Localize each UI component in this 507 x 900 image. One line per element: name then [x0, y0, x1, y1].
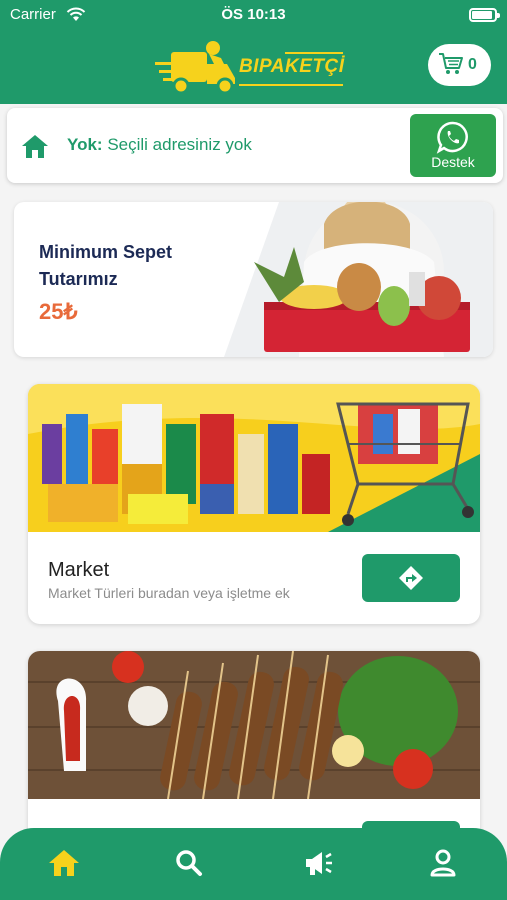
nav-home[interactable]	[48, 848, 80, 880]
profile-icon	[430, 849, 456, 877]
promo-image	[224, 202, 493, 357]
nav-campaigns[interactable]	[302, 848, 334, 880]
food-image	[28, 651, 480, 799]
min-basket-banner: Minimum Sepet Tutarımız 25₺	[14, 202, 493, 357]
whatsapp-icon	[436, 121, 468, 154]
status-bar: Carrier ÖS 10:13	[0, 0, 507, 30]
category-card-market[interactable]: Market Market Türleri buradan veya işlet…	[28, 384, 480, 624]
nav-search[interactable]	[174, 848, 206, 880]
logo-text: BIPAKETÇİ	[239, 56, 345, 77]
market-image	[28, 384, 480, 532]
support-button[interactable]: Destek	[410, 114, 496, 177]
cart-icon	[439, 53, 463, 74]
home-icon	[22, 135, 48, 158]
nav-profile[interactable]	[428, 848, 460, 880]
support-label: Destek	[431, 154, 475, 170]
home-icon	[49, 850, 79, 876]
bottom-navigation	[0, 828, 507, 900]
clock: ÖS 10:13	[221, 6, 286, 23]
address-value: Seçili adresiniz yok	[107, 135, 252, 154]
address-bar[interactable]: Yok: Seçili adresiniz yok Destek	[7, 108, 503, 183]
megaphone-icon	[306, 852, 332, 875]
address-label: Yok:	[67, 135, 103, 154]
directions-icon	[399, 566, 423, 590]
category-description: Market Türleri buradan veya işletme ek	[48, 585, 290, 601]
app-logo: BIPAKETÇİ	[155, 34, 355, 98]
cart-button[interactable]: 0	[428, 44, 491, 86]
address-text: Yok: Seçili adresiniz yok	[67, 135, 252, 155]
battery-icon	[469, 8, 500, 22]
cart-count: 0	[468, 56, 477, 73]
search-icon	[176, 850, 202, 876]
app-header: BIPAKETÇİ 0	[0, 30, 507, 104]
category-card-food[interactable]	[28, 651, 480, 851]
category-title: Market	[48, 559, 110, 581]
go-button-market[interactable]	[362, 554, 460, 602]
